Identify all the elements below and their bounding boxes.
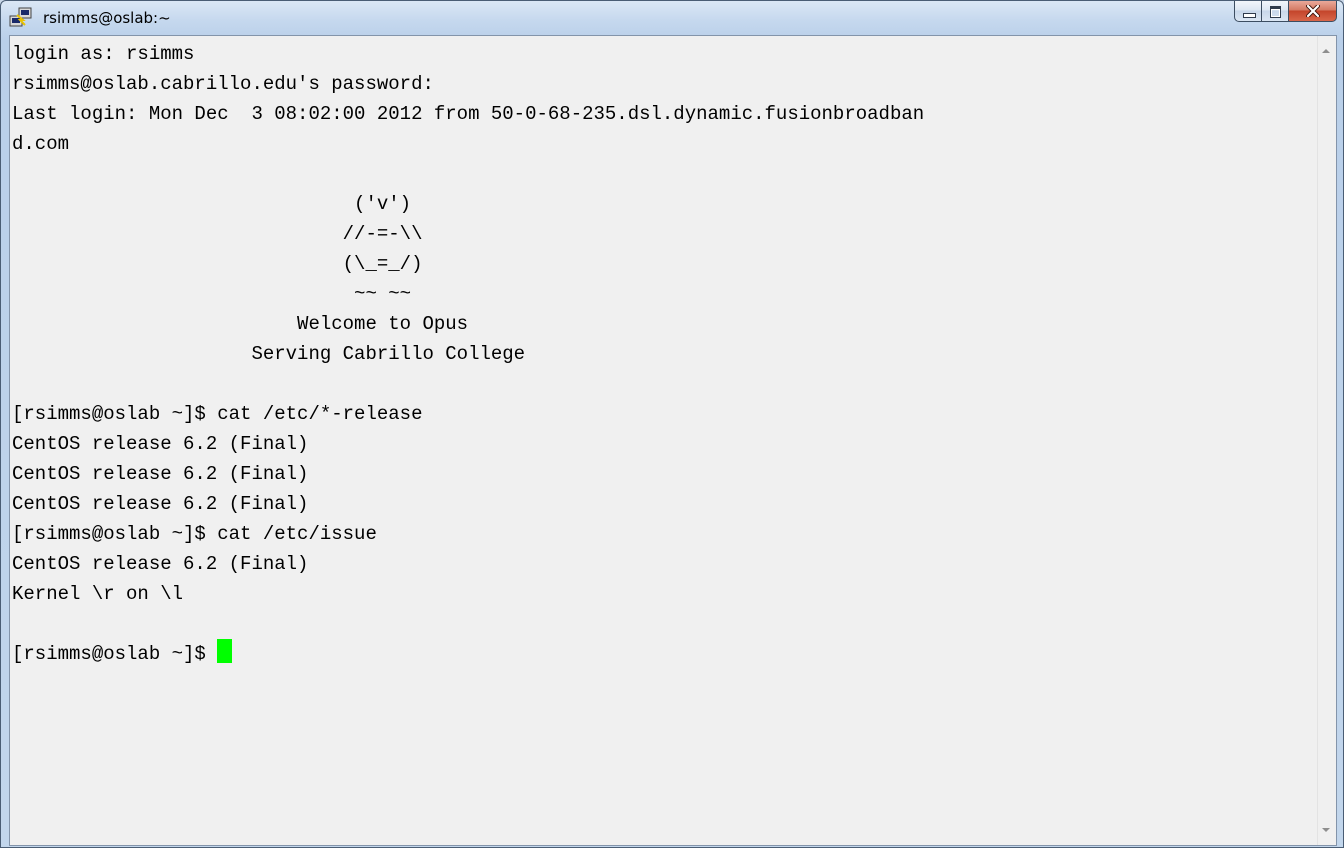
terminal-line-text: Welcome to Opus [12,313,469,335]
terminal-line: CentOS release 6.2 (Final) [12,549,308,579]
terminal-line: CentOS release 6.2 (Final) [12,489,308,519]
terminal-line: rsimms@oslab.cabrillo.edu's password: [12,69,434,99]
terminal-line: [rsimms@oslab ~]$ cat /etc/*-release [12,399,422,429]
terminal-line: Kernel \r on \l [12,579,183,609]
terminal-line: CentOS release 6.2 (Final) [12,459,308,489]
terminal-line: //-=-\\ [12,219,423,249]
terminal-line-text: [rsimms@oslab ~]$ cat /etc/*-release [12,403,423,425]
minimize-button[interactable] [1234,1,1262,22]
terminal-line: Last login: Mon Dec 3 08:02:00 2012 from… [12,99,924,129]
minimize-icon [1243,13,1256,18]
terminal-line: [rsimms@oslab ~]$ [12,639,233,669]
terminal-line-text: CentOS release 6.2 (Final) [12,463,309,485]
maximize-icon [1270,6,1281,18]
terminal-line-text: CentOS release 6.2 (Final) [12,433,309,455]
window-controls [1234,1,1337,23]
terminal-line: ('v') [12,189,411,219]
terminal-line: login as: rsimms [12,39,194,69]
terminal-output[interactable]: login as: rsimms rsimms@oslab.cabrillo.ed… [10,36,1318,845]
putty-window: rsimms@oslab:~ login as: rsimms rsimms@os… [0,0,1344,848]
terminal-line-text: d.com [12,133,70,155]
close-icon [1289,1,1336,21]
terminal-line-text: [rsimms@oslab ~]$ [12,643,218,665]
terminal-line: [rsimms@oslab ~]$ cat /etc/issue [12,519,377,549]
terminal-line-text: (\_=_/) [12,253,423,275]
terminal-line-text: login as: rsimms [12,43,195,65]
terminal-line-text: CentOS release 6.2 (Final) [12,493,309,515]
terminal-line: (\_=_/) [12,249,423,279]
window-title: rsimms@oslab:~ [43,9,171,27]
close-button[interactable] [1289,1,1337,22]
vertical-scrollbar[interactable] [1317,36,1336,845]
terminal-line: Serving Cabrillo College [12,339,525,369]
text-cursor [217,639,233,663]
putty-terminal-icon[interactable] [9,7,33,29]
terminal-line-text: ('v') [12,193,412,215]
terminal-line: CentOS release 6.2 (Final) [12,429,308,459]
terminal-line-text: Serving Cabrillo College [12,343,526,365]
terminal-line: d.com [12,129,69,159]
scroll-down-arrow-icon[interactable] [1322,828,1330,832]
terminal-line-text: //-=-\\ [12,223,423,245]
terminal-line-text: [rsimms@oslab ~]$ cat /etc/issue [12,523,377,545]
terminal-line-text: Last login: Mon Dec 3 08:02:00 2012 from… [12,103,925,125]
terminal-line-text: CentOS release 6.2 (Final) [12,553,309,575]
client-area: login as: rsimms rsimms@oslab.cabrillo.ed… [9,35,1337,846]
title-bar[interactable]: rsimms@oslab:~ [1,1,1343,35]
terminal-line-text: Kernel \r on \l [12,583,184,605]
terminal-line: Welcome to Opus [12,309,468,339]
terminal-line-text: ~~ ~~ [12,283,412,305]
maximize-button[interactable] [1262,1,1289,22]
terminal-line: ~~ ~~ [12,279,411,309]
scroll-up-arrow-icon[interactable] [1322,49,1330,53]
terminal-line-text: rsimms@oslab.cabrillo.edu's password: [12,73,434,95]
